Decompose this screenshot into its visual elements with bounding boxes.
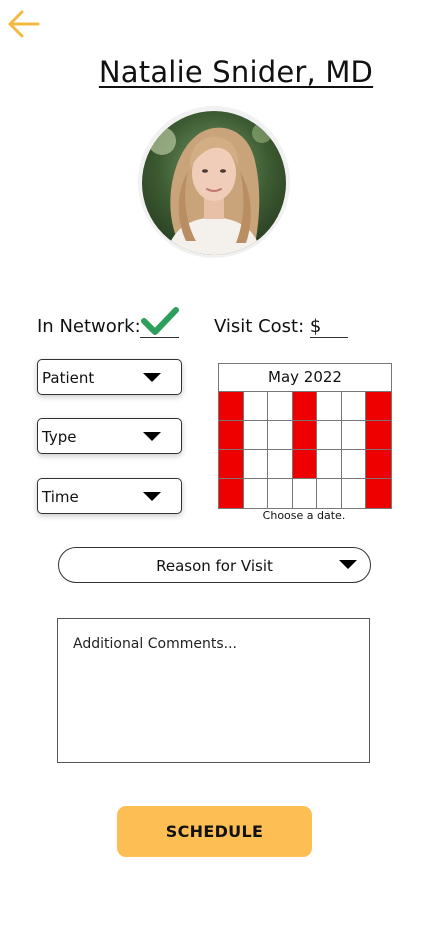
calendar-day[interactable]: [268, 450, 293, 479]
reason-for-visit-label: Reason for Visit: [156, 557, 273, 575]
doctor-name: Natalie Snider, MD: [98, 55, 374, 89]
time-dropdown-label: Time: [42, 488, 79, 506]
in-network-label: In Network:: [37, 316, 141, 337]
calendar-caption: Choose a date.: [262, 509, 346, 522]
calendar-day[interactable]: [341, 421, 367, 450]
calendar-day-unavailable[interactable]: [219, 479, 244, 508]
checkmark-icon[interactable]: [140, 305, 180, 337]
calendar-month: May 2022: [219, 364, 391, 392]
calendar-day[interactable]: [268, 392, 293, 421]
calendar-day[interactable]: [268, 421, 293, 450]
calendar-day[interactable]: [317, 479, 342, 508]
arrow-left-icon: [8, 10, 40, 38]
visit-cost-label: Visit Cost: $: [214, 316, 322, 337]
patient-dropdown-label: Patient: [42, 369, 95, 387]
calendar-day-unavailable[interactable]: [292, 450, 318, 479]
additional-comments-placeholder: Additional Comments...: [73, 636, 237, 652]
calendar-day[interactable]: [243, 392, 269, 421]
patient-dropdown[interactable]: Patient: [37, 359, 182, 395]
calendar-day-unavailable[interactable]: [219, 421, 244, 450]
calendar-grid: [219, 392, 391, 508]
calendar-day-unavailable[interactable]: [366, 421, 391, 450]
in-network-underline: [140, 337, 179, 338]
visit-cost-underline: [310, 337, 348, 338]
calendar-day[interactable]: [317, 450, 342, 479]
calendar-day[interactable]: [317, 392, 342, 421]
doctor-avatar: [142, 111, 286, 255]
calendar-day-unavailable[interactable]: [366, 392, 391, 421]
back-button[interactable]: [6, 8, 40, 40]
additional-comments-field[interactable]: Additional Comments...: [57, 618, 370, 763]
calendar-day[interactable]: [243, 450, 269, 479]
calendar-day-unavailable[interactable]: [292, 392, 318, 421]
caret-down-icon: [143, 492, 161, 501]
calendar-day[interactable]: [243, 421, 269, 450]
schedule-button[interactable]: SCHEDULE: [117, 806, 312, 857]
date-calendar: May 2022: [218, 363, 392, 509]
time-dropdown[interactable]: Time: [37, 478, 182, 514]
calendar-day-unavailable[interactable]: [219, 450, 244, 479]
caret-down-icon: [339, 560, 357, 569]
caret-down-icon: [143, 432, 161, 441]
calendar-day-unavailable[interactable]: [366, 450, 391, 479]
calendar-day-unavailable[interactable]: [219, 392, 244, 421]
calendar-day-unavailable[interactable]: [366, 479, 391, 508]
type-dropdown-label: Type: [42, 428, 77, 446]
calendar-day[interactable]: [341, 450, 367, 479]
reason-for-visit-dropdown[interactable]: Reason for Visit: [58, 547, 371, 583]
calendar-day[interactable]: [292, 479, 318, 508]
calendar-day[interactable]: [317, 421, 342, 450]
type-dropdown[interactable]: Type: [37, 418, 182, 454]
calendar-day-unavailable[interactable]: [292, 421, 318, 450]
calendar-day[interactable]: [341, 479, 367, 508]
calendar-day[interactable]: [268, 479, 293, 508]
calendar-day[interactable]: [243, 479, 269, 508]
calendar-day[interactable]: [341, 392, 367, 421]
caret-down-icon: [143, 373, 161, 382]
